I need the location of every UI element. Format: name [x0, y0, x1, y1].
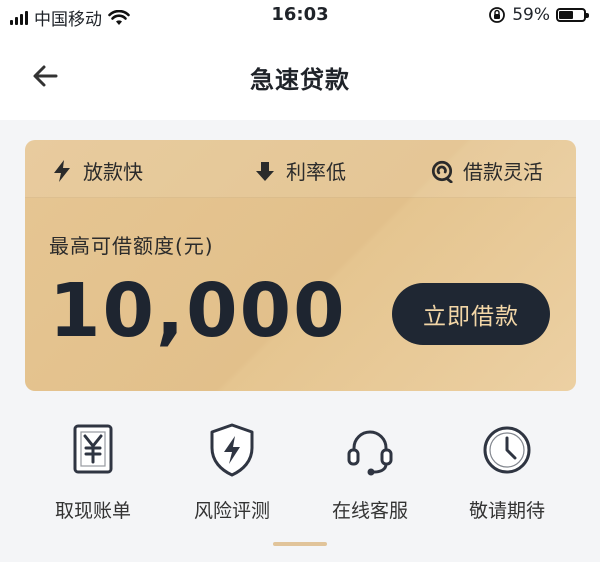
shortcut-bill[interactable]: 取现账单 [23, 420, 163, 523]
shield-lightning-icon [210, 423, 254, 477]
nav-header: 急速贷款 [0, 32, 600, 120]
loan-card: 放款快 利率低 借款灵活 最高可借额度(元) 10,000 立即借款 [25, 140, 576, 391]
down-arrow-icon [256, 161, 274, 181]
rotation-lock-icon [489, 7, 506, 23]
status-right: 59% [488, 5, 589, 25]
feature-label: 放款快 [83, 160, 143, 184]
limit-label: 最高可借额度(元) [49, 234, 214, 258]
feature-label: 借款灵活 [463, 160, 543, 184]
yuan-bill-icon [73, 424, 113, 474]
shortcut-label: 风险评测 [193, 500, 270, 522]
flexible-icon [431, 160, 453, 183]
headset-icon [347, 430, 393, 476]
shortcut-label: 敬请期待 [468, 500, 545, 522]
clock-icon [483, 426, 531, 474]
feature-fast: 放款快 [51, 156, 143, 185]
shortcut-coming-soon[interactable]: 敬请期待 [437, 420, 577, 523]
battery-icon [556, 8, 589, 22]
page-title: 急速贷款 [250, 66, 350, 94]
page-indicator [273, 542, 327, 546]
feature-label: 利率低 [286, 160, 346, 184]
lightning-icon [54, 159, 70, 182]
feature-low-rate: 利率低 [254, 156, 346, 185]
shortcut-label: 在线客服 [331, 500, 408, 522]
shortcut-label: 取现账单 [54, 500, 131, 522]
limit-amount: 10,000 [49, 268, 347, 354]
status-bar: 中国移动 16:03 59% [0, 0, 600, 32]
battery-percent: 59% [512, 5, 550, 25]
shortcut-risk[interactable]: 风险评测 [162, 420, 302, 523]
feature-flexible: 借款灵活 [431, 156, 543, 185]
shortcut-service[interactable]: 在线客服 [300, 420, 440, 523]
borrow-now-button[interactable]: 立即借款 [392, 283, 550, 345]
shortcut-grid: 取现账单 风险评测 在线客服 敬请期待 [0, 420, 600, 540]
